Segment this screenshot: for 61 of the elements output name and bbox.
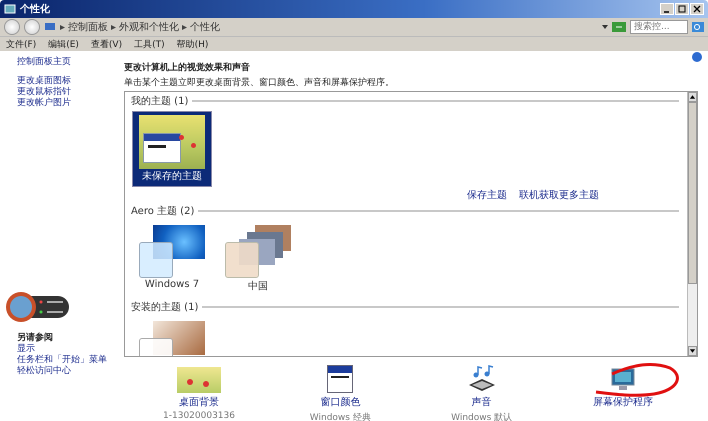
- search-icon[interactable]: [692, 22, 704, 32]
- help-icon[interactable]: [692, 52, 702, 62]
- window-color-icon: [327, 365, 354, 393]
- theme-preview-drawing: [225, 225, 291, 279]
- menu-item[interactable]: 帮助(H): [176, 38, 208, 50]
- setting-link[interactable]: 声音: [472, 395, 492, 409]
- sidebar-link[interactable]: 更改鼠标指针: [17, 87, 116, 98]
- theme-preview-drawing: [139, 225, 205, 279]
- see-also-title: 另请参阅: [17, 331, 54, 344]
- theme-name: Windows 7: [144, 279, 200, 290]
- group-title: Aero 主题 (2): [131, 204, 194, 218]
- setting-value: 1-13020003136: [163, 411, 235, 421]
- cpu-meter-gadget-drawing: [5, 291, 71, 323]
- theme-name: 中国: [248, 280, 268, 293]
- setting-link[interactable]: 桌面背景: [179, 395, 219, 409]
- sidebar-link[interactable]: 更改帐户图片: [17, 98, 116, 109]
- close-button[interactable]: [690, 3, 704, 15]
- window-app-icon: [4, 3, 16, 15]
- wallpaper-thumbnail-drawing: [177, 367, 221, 393]
- dropdown-caret-icon[interactable]: [602, 25, 608, 29]
- theme-tile[interactable]: 未保存的主题: [133, 112, 211, 186]
- theme-name: 未保存的主题: [142, 170, 202, 183]
- maximize-button[interactable]: [675, 3, 689, 15]
- page-heading: 更改计算机上的视觉效果和声音: [124, 61, 251, 74]
- sidebar-link[interactable]: 更改桌面图标: [17, 76, 116, 87]
- chevron-icon: [111, 24, 116, 30]
- scroll-down-icon[interactable]: [688, 346, 697, 356]
- theme-tile[interactable]: Windows 7: [133, 222, 211, 296]
- maximize-icon: [678, 5, 686, 13]
- close-icon: [693, 5, 701, 13]
- theme-preview-drawing: [139, 115, 205, 169]
- menu-item[interactable]: 查看(V): [90, 38, 122, 50]
- menu-item[interactable]: 文件(F): [6, 38, 36, 50]
- theme-link[interactable]: 保存主题: [467, 188, 507, 202]
- control-panel-icon: [44, 22, 56, 32]
- group-title: 安装的主题 (1): [131, 300, 198, 314]
- chevron-icon: [60, 24, 65, 30]
- back-button[interactable]: [4, 19, 20, 35]
- minimize-button[interactable]: [660, 3, 674, 15]
- sidebar-link[interactable]: 控制面板主页: [17, 57, 116, 68]
- setting-link[interactable]: 屏幕保护程序: [592, 395, 653, 409]
- theme-tile[interactable]: 中国: [219, 222, 297, 296]
- window-title: 个性化: [20, 2, 50, 16]
- breadcrumb-item[interactable]: 个性化: [190, 20, 220, 34]
- breadcrumb-item[interactable]: 外观和个性化: [119, 20, 179, 34]
- chevron-icon: [182, 24, 187, 30]
- theme-link[interactable]: 联机获取更多主题: [519, 188, 599, 202]
- menu-item[interactable]: 工具(T): [134, 38, 165, 50]
- setting-link[interactable]: 窗口颜色: [320, 395, 360, 409]
- menu-item[interactable]: 编辑(E): [48, 38, 79, 50]
- breadcrumb-item[interactable]: 控制面板: [68, 20, 108, 34]
- page-description: 单击某个主题立即更改桌面背景、窗口颜色、声音和屏幕保护程序。: [124, 76, 395, 89]
- scrollbar[interactable]: [687, 92, 697, 356]
- see-also-link[interactable]: 显示: [17, 344, 116, 355]
- forward-button[interactable]: [24, 19, 40, 35]
- scroll-up-icon[interactable]: [688, 92, 697, 102]
- refresh-icon[interactable]: [612, 22, 626, 32]
- group-title: 我的主题 (1): [131, 94, 188, 108]
- see-also-link[interactable]: 轻松访问中心: [17, 366, 116, 377]
- search-field[interactable]: 搜索控...: [630, 20, 688, 34]
- see-also-link[interactable]: 任务栏和「开始」菜单: [17, 355, 116, 366]
